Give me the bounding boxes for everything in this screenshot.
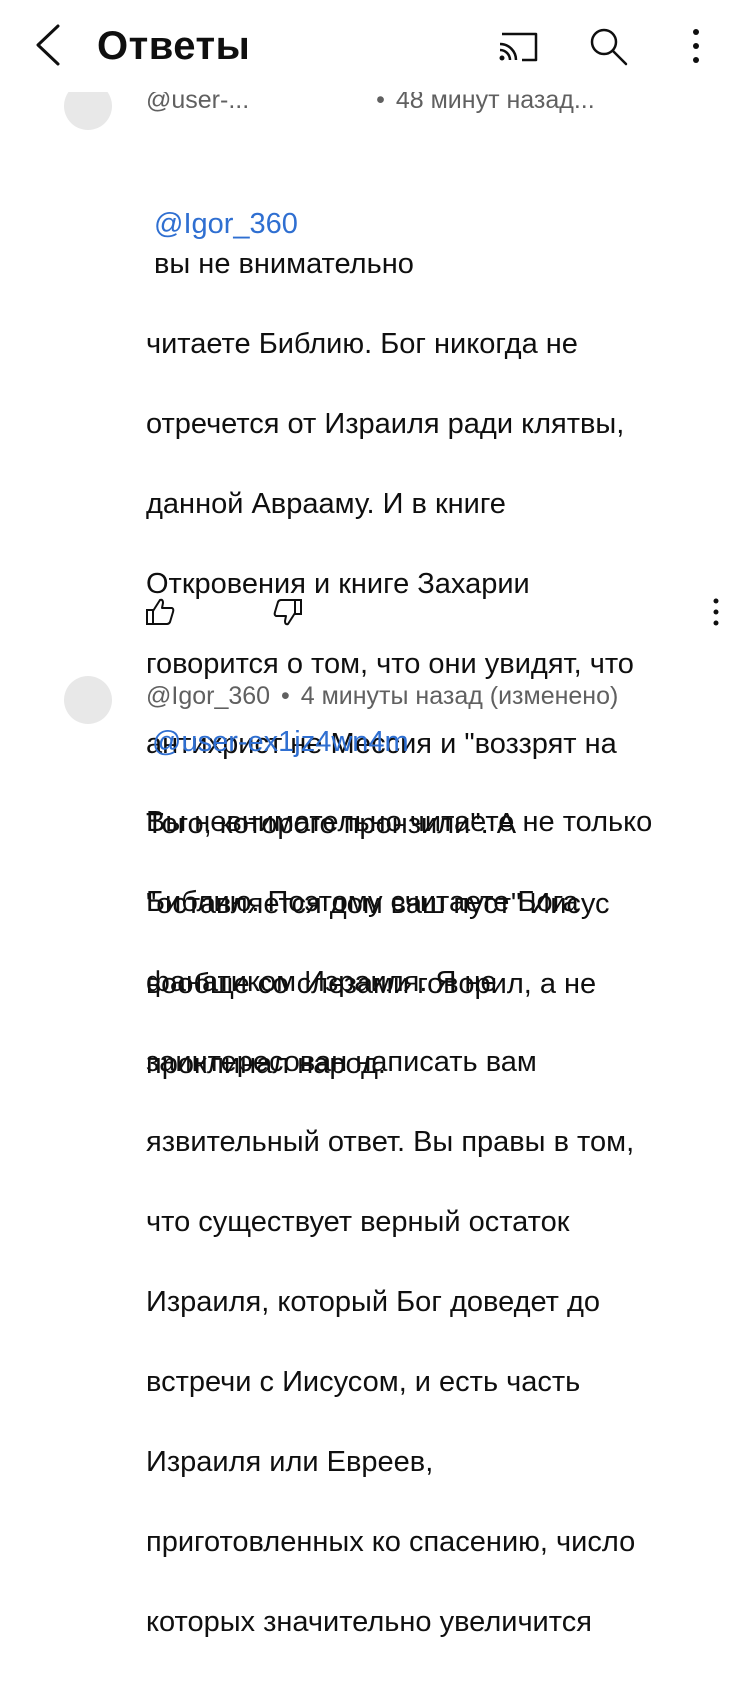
like-icon (146, 598, 175, 625)
more-vert-icon (693, 29, 699, 63)
comment-author[interactable]: @Igor_360 (146, 682, 270, 710)
comment-mention[interactable]: @user-ex1jz4wn4m (152, 722, 409, 762)
like-button[interactable] (140, 592, 180, 632)
app-header: Ответы (0, 0, 751, 92)
search-icon (590, 28, 628, 66)
more-options-button[interactable] (672, 22, 720, 70)
comment-meta: @Igor_360 • 4 минуты назад (изменено) (146, 682, 619, 710)
comment-text: Вы невнимательно читаете не только Библи… (146, 806, 653, 1638)
avatar[interactable] (64, 676, 112, 724)
cast-button[interactable] (494, 22, 542, 70)
cast-icon (499, 32, 538, 62)
page-title: Ответы (97, 24, 251, 68)
dislike-button[interactable] (268, 592, 308, 632)
more-vert-icon (713, 598, 719, 626)
comment-actions (140, 592, 740, 632)
comment-menu-button[interactable] (696, 592, 736, 632)
back-button[interactable] (26, 18, 70, 72)
comment-time: 4 минуты назад (изменено) (300, 682, 619, 710)
search-button[interactable] (584, 22, 632, 70)
back-arrow-icon (36, 24, 60, 66)
dislike-icon (273, 599, 302, 626)
comment-mention[interactable]: @Igor_360 (154, 208, 298, 240)
